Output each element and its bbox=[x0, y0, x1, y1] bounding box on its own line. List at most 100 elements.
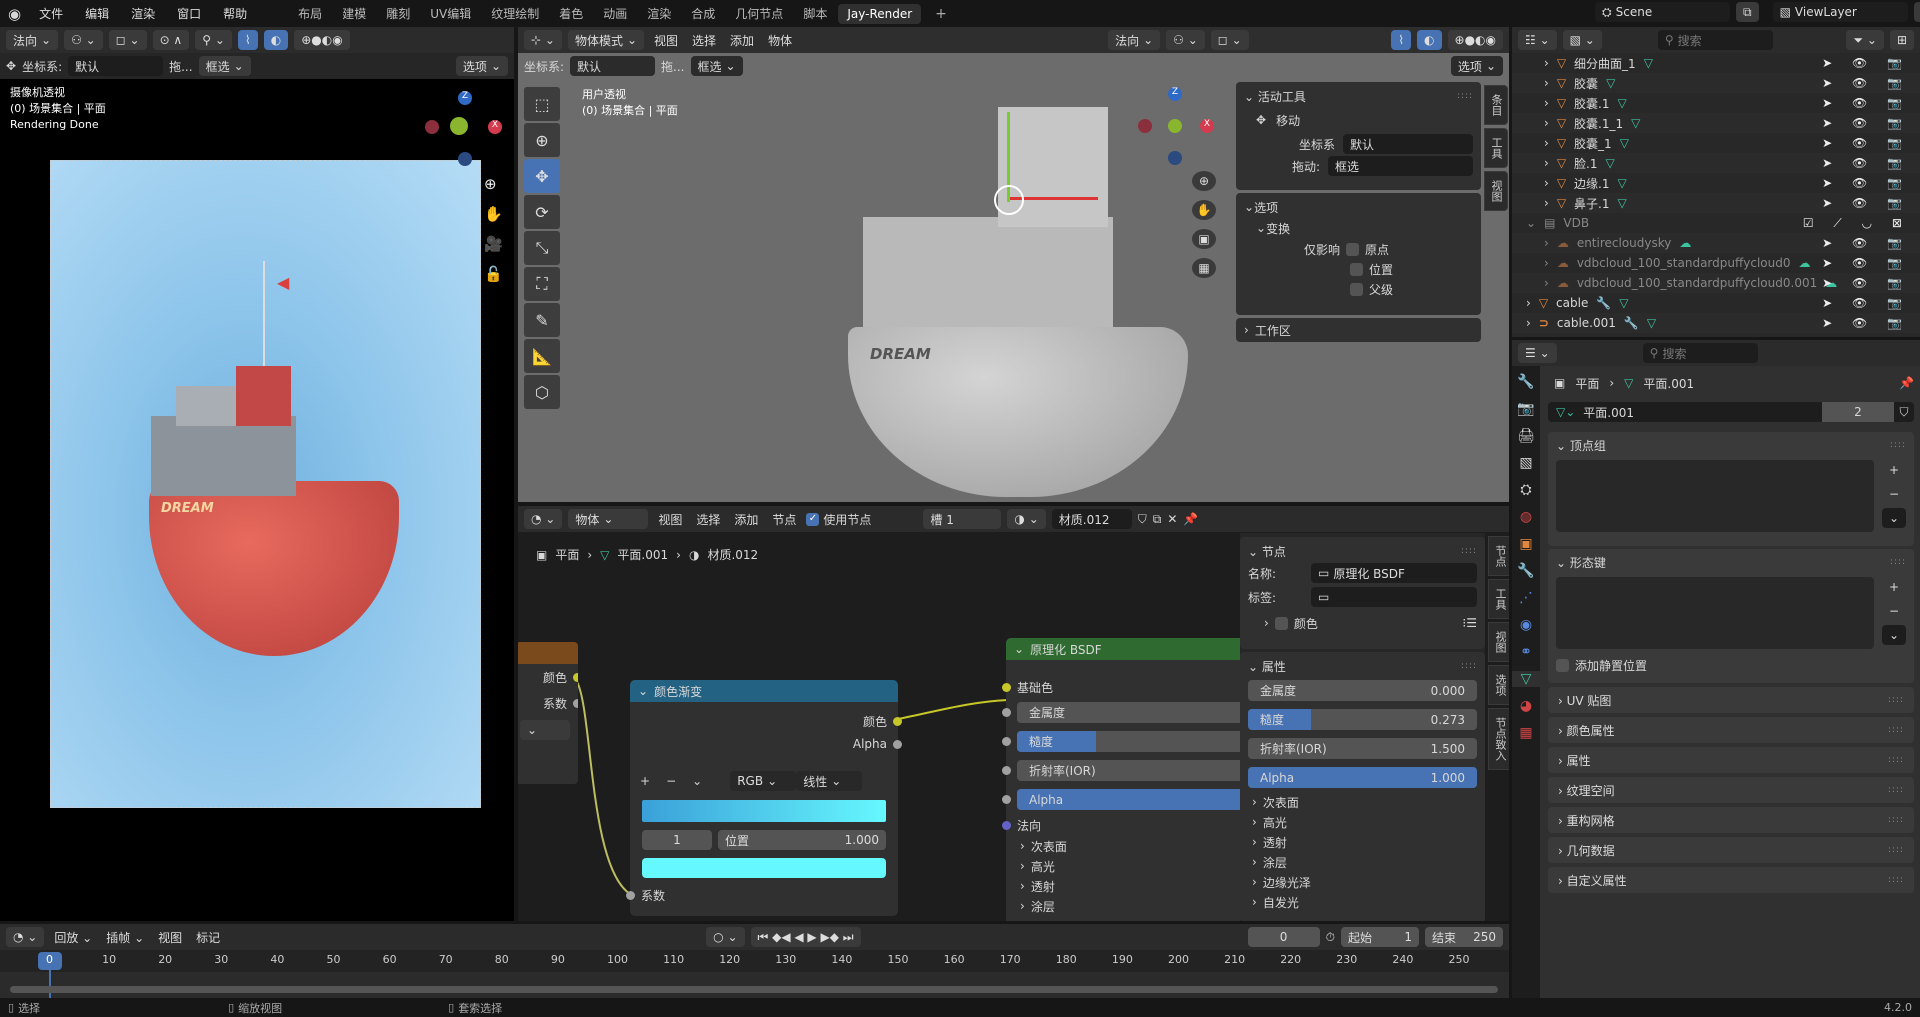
subpanel-toggle[interactable]: › 次表面 bbox=[1252, 792, 1477, 812]
scene-tab-icon[interactable]: ⛭ bbox=[1520, 482, 1531, 498]
outliner-item[interactable]: › ▽ 胶囊.1_1 ▽ ➤ 👁 📷 bbox=[1512, 113, 1920, 133]
expand-chevron-icon[interactable]: › bbox=[1544, 116, 1549, 130]
move-tool[interactable]: ✥ bbox=[524, 159, 560, 193]
expand-chevron-icon[interactable]: › bbox=[1544, 96, 1549, 110]
auto-key-toggle[interactable]: ○ ⌄ bbox=[706, 927, 745, 947]
node-dropdown[interactable]: ⌄ bbox=[520, 720, 570, 740]
vertex-group-list[interactable] bbox=[1556, 460, 1874, 532]
drag-handle-icon[interactable]: :::: bbox=[1888, 845, 1904, 855]
sidebar-tab[interactable]: 视图 bbox=[1488, 622, 1509, 662]
coord-dropdown[interactable]: 默认 bbox=[68, 56, 164, 76]
physics-tab-icon[interactable]: ◉ bbox=[1520, 617, 1532, 633]
add-stop-icon[interactable]: + bbox=[640, 774, 650, 788]
filter-view-dropdown[interactable]: ▧ ⌄ bbox=[1562, 30, 1602, 50]
location-checkbox[interactable] bbox=[1350, 262, 1363, 276]
base-color-socket[interactable] bbox=[1002, 682, 1011, 692]
outliner-item[interactable]: › ☁ entirecloudysky ☁ ➤ 👁 📷 bbox=[1512, 233, 1920, 253]
render-tab-icon[interactable]: 📷 bbox=[1517, 401, 1534, 417]
remove-stop-icon[interactable]: − bbox=[666, 774, 676, 788]
output-tab-icon[interactable]: 🖨 bbox=[1517, 428, 1535, 444]
visibility-icons[interactable]: ➤ 👁 📷 bbox=[1822, 76, 1910, 90]
stopwatch-icon[interactable]: ⏱ bbox=[1326, 930, 1335, 945]
xray-toggle[interactable]: ◐ bbox=[263, 30, 289, 50]
menu-edit[interactable]: 编辑 bbox=[81, 5, 113, 22]
orientation-dropdown[interactable]: 法向 ⌄ bbox=[6, 30, 59, 50]
input-socket[interactable] bbox=[1002, 737, 1011, 746]
tab-workspace[interactable]: Jay-Render bbox=[838, 3, 922, 24]
outliner-item[interactable]: › ▽ 胶囊_1 ▽ ➤ 👁 📷 bbox=[1512, 133, 1920, 153]
color-mode-dropdown[interactable]: RGB ⌄ bbox=[730, 771, 797, 791]
sidebar-tab[interactable]: 节点致入 bbox=[1488, 708, 1509, 770]
shape-key-list[interactable] bbox=[1556, 577, 1874, 649]
properties-section[interactable]: › 属性:::: bbox=[1548, 747, 1914, 773]
particles-tab-icon[interactable]: ⋰ bbox=[1519, 590, 1533, 606]
menu-select[interactable]: 选择 bbox=[688, 32, 720, 49]
visibility-icons[interactable]: ➤ 👁 📷 bbox=[1822, 116, 1910, 130]
list-icon[interactable]: ⁝☰ bbox=[1462, 616, 1477, 630]
visibility-icons[interactable]: ➤ 👁 📷 bbox=[1822, 276, 1910, 290]
color-output-socket[interactable] bbox=[573, 672, 578, 682]
ramp-factor-input-socket[interactable] bbox=[626, 890, 635, 900]
lock-icon[interactable]: 🔓 bbox=[484, 265, 503, 283]
drag-handle-icon[interactable]: :::: bbox=[1888, 875, 1904, 885]
view-layer-tab-icon[interactable]: ▧ bbox=[1519, 455, 1532, 471]
overlay-toggle[interactable]: ⌇ bbox=[237, 30, 258, 50]
start-frame-field[interactable]: 起始 1 bbox=[1341, 927, 1419, 947]
users-count[interactable]: 2 bbox=[1822, 402, 1894, 422]
tab-workspace[interactable]: 布局 bbox=[289, 2, 331, 25]
tab-workspace[interactable]: 动画 bbox=[594, 2, 636, 25]
stop-index-field[interactable]: 1 bbox=[642, 830, 712, 850]
zoom-icon[interactable]: ⊕ bbox=[484, 175, 503, 193]
end-frame-field[interactable]: 结束 250 bbox=[1425, 927, 1503, 947]
outliner-item[interactable]: › ▽ 鼻子.1 ▽ ➤ 👁 📷 bbox=[1512, 193, 1920, 213]
menu-keying[interactable]: 插帧 ⌄ bbox=[102, 929, 148, 946]
overlay-toggle[interactable]: ⌇ bbox=[1391, 30, 1412, 50]
tab-workspace[interactable]: 着色 bbox=[550, 2, 592, 25]
expand-chevron-icon[interactable]: › bbox=[1544, 196, 1549, 210]
properties-section[interactable]: › 自定义属性:::: bbox=[1548, 867, 1914, 893]
subpanel-toggle[interactable]: › 高光 bbox=[1252, 812, 1477, 832]
color-ramp-node[interactable]: ⌄ 颜色渐变 颜色 Alpha + − ⌄ RGB ⌄ 线性 ⌄ 1 位置 1.000… bbox=[626, 680, 902, 916]
drag-dropdown[interactable]: 框选 bbox=[1328, 156, 1473, 176]
properties-section[interactable]: › 重构网格:::: bbox=[1548, 807, 1914, 833]
slider-0[interactable]: 金属度 0.000 bbox=[1248, 680, 1477, 701]
expand-chevron-icon[interactable]: › bbox=[1544, 136, 1549, 150]
tab-workspace[interactable]: 雕刻 bbox=[377, 2, 419, 25]
data-tab-icon[interactable]: ▽ bbox=[1512, 671, 1540, 687]
shading-modes[interactable]: ⊕●◐◉ bbox=[1447, 30, 1503, 50]
visibility-icons[interactable]: ➤ 👁 📷 bbox=[1822, 156, 1910, 170]
select-box-tool[interactable]: ⬚ bbox=[524, 87, 560, 121]
drag-handle-icon[interactable]: :::: bbox=[1888, 785, 1904, 795]
xray-toggle[interactable]: ◐ bbox=[1417, 30, 1442, 50]
expand-chevron-icon[interactable]: › bbox=[1526, 316, 1531, 330]
measure-tool[interactable]: 📐 bbox=[524, 339, 560, 373]
options-dropdown[interactable]: 选项 ⌄ bbox=[1450, 56, 1503, 76]
interpolation-dropdown[interactable]: 线性 ⌄ bbox=[796, 771, 863, 791]
pivot-dropdown[interactable]: ⚇ ⌄ bbox=[1166, 30, 1205, 50]
drag-handle-icon[interactable]: :::: bbox=[1888, 755, 1904, 765]
normal-socket[interactable] bbox=[1002, 820, 1011, 830]
add-vertex-group-button[interactable]: + bbox=[1881, 460, 1906, 480]
current-frame-field[interactable]: 0 bbox=[1247, 927, 1320, 947]
slider-3[interactable]: Alpha 1.000 bbox=[1248, 767, 1477, 788]
expand-chevron-icon[interactable]: › bbox=[1544, 76, 1549, 90]
new-collection-icon[interactable]: ⊞ bbox=[1889, 30, 1914, 50]
outliner-item[interactable]: › ▽ 细分曲面_1 ▽ ➤ 👁 📷 bbox=[1512, 53, 1920, 73]
properties-search[interactable]: ⚲ 搜索 bbox=[1642, 343, 1758, 363]
outliner-item[interactable]: › ▽ 脸.1 ▽ ➤ 👁 📷 bbox=[1512, 153, 1920, 173]
tab-workspace[interactable]: 脚本 bbox=[794, 2, 836, 25]
expand-chevron-icon[interactable]: › bbox=[1544, 276, 1549, 290]
input-socket[interactable] bbox=[1002, 708, 1011, 717]
sidebar-tab[interactable]: 选项 bbox=[1488, 665, 1509, 705]
display-mode-dropdown[interactable]: ☷ ⌄ bbox=[1518, 30, 1557, 50]
tab-workspace[interactable]: 建模 bbox=[333, 2, 375, 25]
timeline[interactable]: ◔ ⌄ 回放 ⌄ 插帧 ⌄ 视图 标记 ○ ⌄ ⏮ ◆◀ ◀ ▶ ▶◆ ⏭ 0 … bbox=[0, 924, 1509, 998]
properties-section[interactable]: › 颜色属性:::: bbox=[1548, 717, 1914, 743]
tab-workspace[interactable]: 纹理绘制 bbox=[482, 2, 548, 25]
outliner-item[interactable]: › ▽ 胶囊.1 ▽ ➤ 👁 📷 bbox=[1512, 93, 1920, 113]
shading-modes[interactable]: ⊕●◐◉ bbox=[294, 30, 350, 50]
vertex-group-menu-button[interactable]: ⌄ bbox=[1881, 508, 1906, 528]
visibility-icons[interactable]: ➤ 👁 📷 bbox=[1822, 236, 1910, 250]
outliner-item[interactable]: › ▽ 边缘.1 ▽ ➤ 👁 📷 bbox=[1512, 173, 1920, 193]
properties-section[interactable]: › UV 贴图:::: bbox=[1548, 687, 1914, 713]
